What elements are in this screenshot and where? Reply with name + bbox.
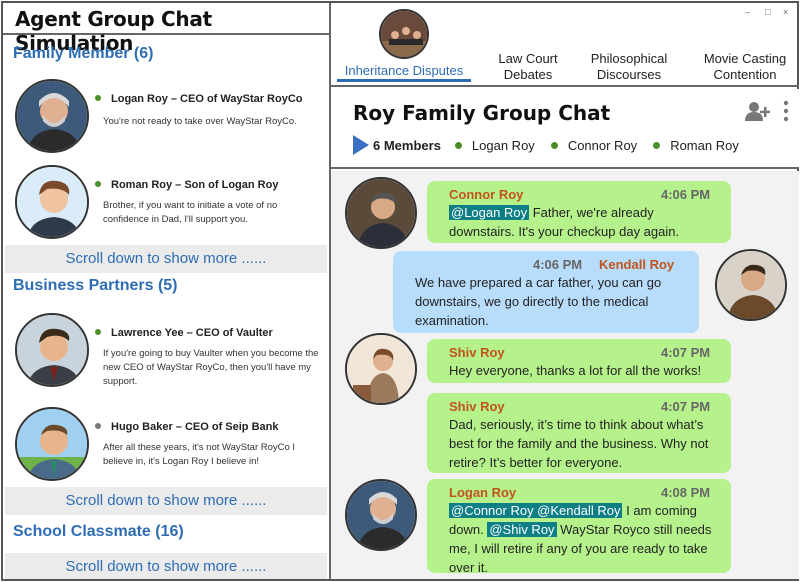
offline-status-icon	[95, 423, 101, 430]
member-count: 6 Members	[373, 137, 441, 153]
contact-last-message: After all these years, it's not WayStar …	[103, 442, 296, 467]
message-time: 4:07 PM	[661, 399, 711, 414]
tab-label: Philosophical	[590, 51, 668, 66]
tab-label: Law Court	[498, 51, 558, 66]
message-sender: Shiv Roy	[449, 345, 505, 360]
app-window: Agent Group Chat Simulation Family Membe…	[1, 1, 799, 581]
contact-name-row: Lawrence Yee – CEO of Vaulter	[95, 327, 273, 339]
contact-hugo-baker[interactable]: Hugo Baker – CEO of Seip Bank After all …	[13, 407, 327, 487]
avatar	[345, 479, 417, 551]
avatar	[715, 249, 787, 321]
message-bubble: Shiv Roy 4:07 PM Dad, seriously, it’s tim…	[427, 393, 731, 473]
active-tab-indicator	[337, 79, 471, 82]
message-time: 4:06 PM	[533, 257, 583, 272]
contact-logan-roy[interactable]: Logan Roy – CEO of WayStar RoyCo You're …	[13, 79, 327, 159]
message-text: @Logan Roy Father, we're already downsta…	[449, 203, 723, 241]
contact-name-row: Hugo Baker – CEO of Seip Bank	[95, 421, 278, 433]
tab-label: Movie Casting	[703, 51, 787, 66]
message-bubble: Connor Roy 4:06 PM @Logan Roy Father, we'…	[427, 181, 731, 243]
scroll-more-school[interactable]: Scroll down to show more ......	[5, 553, 327, 579]
scroll-more-business[interactable]: Scroll down to show more ......	[5, 487, 327, 515]
contact-name: Logan Roy – CEO of WayStar RoyCo	[111, 93, 303, 105]
online-status-icon	[550, 141, 558, 149]
message-bubble: 4:06 PM Kendall Roy We have prepared a ca…	[393, 251, 699, 333]
maximize-button[interactable]: □	[765, 7, 770, 17]
message-sender: Logan Roy	[449, 485, 517, 500]
message-text: @Connor Roy @Kendall Roy I am coming dow…	[449, 501, 723, 577]
online-status-icon	[454, 141, 462, 149]
avatar	[345, 177, 417, 249]
contact-name-row: Roman Roy – Son of Logan Roy	[95, 179, 278, 191]
scroll-more-family[interactable]: Scroll down to show more ......	[5, 245, 327, 273]
avatar	[15, 79, 89, 153]
chat-area: – □ × Inheritance Disputes Law Court Deb…	[331, 3, 799, 579]
chat-title: Roy Family Group Chat	[353, 101, 611, 125]
chat-header: Roy Family Group Chat 6 Members Logan Roy…	[331, 89, 799, 169]
message-text: Dad, seriously, it’s time to think about…	[449, 417, 709, 470]
avatar	[15, 165, 89, 239]
tab-philosophical-discourses[interactable]: Philosophical Discourses	[577, 51, 681, 83]
contact-name-row: Logan Roy – CEO of WayStar RoyCo	[95, 93, 303, 105]
contact-last-message: If you're going to buy Vaulter when you …	[103, 348, 319, 387]
scenario-thumbnail-icon	[379, 9, 429, 59]
more-vertical-icon[interactable]	[783, 99, 789, 123]
tab-movie-casting-contention[interactable]: Movie Casting Contention	[691, 51, 799, 83]
message-bubble: Logan Roy 4:08 PM @Connor Roy @Kendall Ro…	[427, 479, 731, 575]
contact-lawrence-yee[interactable]: Lawrence Yee – CEO of Vaulter If you're …	[13, 313, 327, 393]
contact-name: Roman Roy – Son of Logan Roy	[111, 179, 279, 191]
message-text: We have prepared a car father, you can g…	[415, 275, 662, 328]
message-text: Hey everyone, thanks a lot for all the w…	[449, 363, 702, 378]
contact-roman-roy[interactable]: Roman Roy – Son of Logan Roy Brother, if…	[13, 165, 327, 245]
app-title: Agent Group Chat Simulation	[3, 3, 329, 55]
online-status-icon	[95, 181, 101, 188]
minimize-button[interactable]: –	[745, 7, 750, 17]
message-time: 4:07 PM	[661, 345, 711, 360]
online-status-icon	[95, 329, 101, 336]
tab-label: Discourses	[596, 67, 662, 82]
contacts-panel: Agent Group Chat Simulation Family Membe…	[3, 3, 331, 579]
tab-label: Contention	[713, 67, 777, 82]
message-sender: Kendall Roy	[599, 257, 675, 272]
avatar	[15, 313, 89, 387]
section-title-family[interactable]: Family Member (6)	[13, 45, 153, 63]
contact-last-message: You're not ready to take over WayStar Ro…	[103, 116, 297, 127]
scenario-tab-bar: – □ × Inheritance Disputes Law Court Deb…	[331, 3, 799, 87]
mention-tag[interactable]: @Connor Roy @Kendall Roy	[449, 503, 623, 518]
contact-last-message: Brother, if you want to initiate a vote …	[103, 200, 278, 225]
avatar	[345, 333, 417, 405]
close-button[interactable]: ×	[783, 7, 788, 17]
message-time: 4:08 PM	[661, 485, 711, 500]
member-name: Roman Roy	[670, 137, 739, 153]
message-list: Connor Roy 4:06 PM @Logan Roy Father, we'…	[331, 171, 799, 579]
message-sender: Connor Roy	[449, 187, 524, 202]
contact-name: Hugo Baker – CEO of Seip Bank	[111, 421, 279, 433]
message-sender: Shiv Roy	[449, 399, 505, 414]
avatar	[15, 407, 89, 481]
section-title-business[interactable]: Business Partners (5)	[13, 277, 178, 295]
triangle-right-icon[interactable]	[353, 135, 369, 155]
tab-label: Debates	[503, 67, 553, 82]
members-row[interactable]: 6 Members Logan Roy Connor Roy Roman Roy	[353, 135, 755, 155]
contact-name: Lawrence Yee – CEO of Vaulter	[111, 327, 273, 339]
tab-label: Inheritance Disputes	[344, 63, 464, 78]
online-status-icon	[653, 141, 661, 149]
member-name: Connor Roy	[567, 137, 638, 153]
mention-tag[interactable]: @Logan Roy	[449, 205, 530, 220]
mention-tag[interactable]: @Shiv Roy	[487, 522, 557, 537]
tab-inheritance-disputes[interactable]: Inheritance Disputes	[337, 63, 471, 79]
online-status-icon	[95, 95, 101, 102]
add-user-icon[interactable]	[745, 101, 771, 121]
message-bubble: Shiv Roy 4:07 PM Hey everyone, thanks a l…	[427, 339, 731, 383]
member-name: Logan Roy	[471, 137, 535, 153]
section-title-school[interactable]: School Classmate (16)	[13, 523, 184, 541]
message-time: 4:06 PM	[661, 187, 711, 202]
tab-law-court-debates[interactable]: Law Court Debates	[483, 51, 573, 83]
